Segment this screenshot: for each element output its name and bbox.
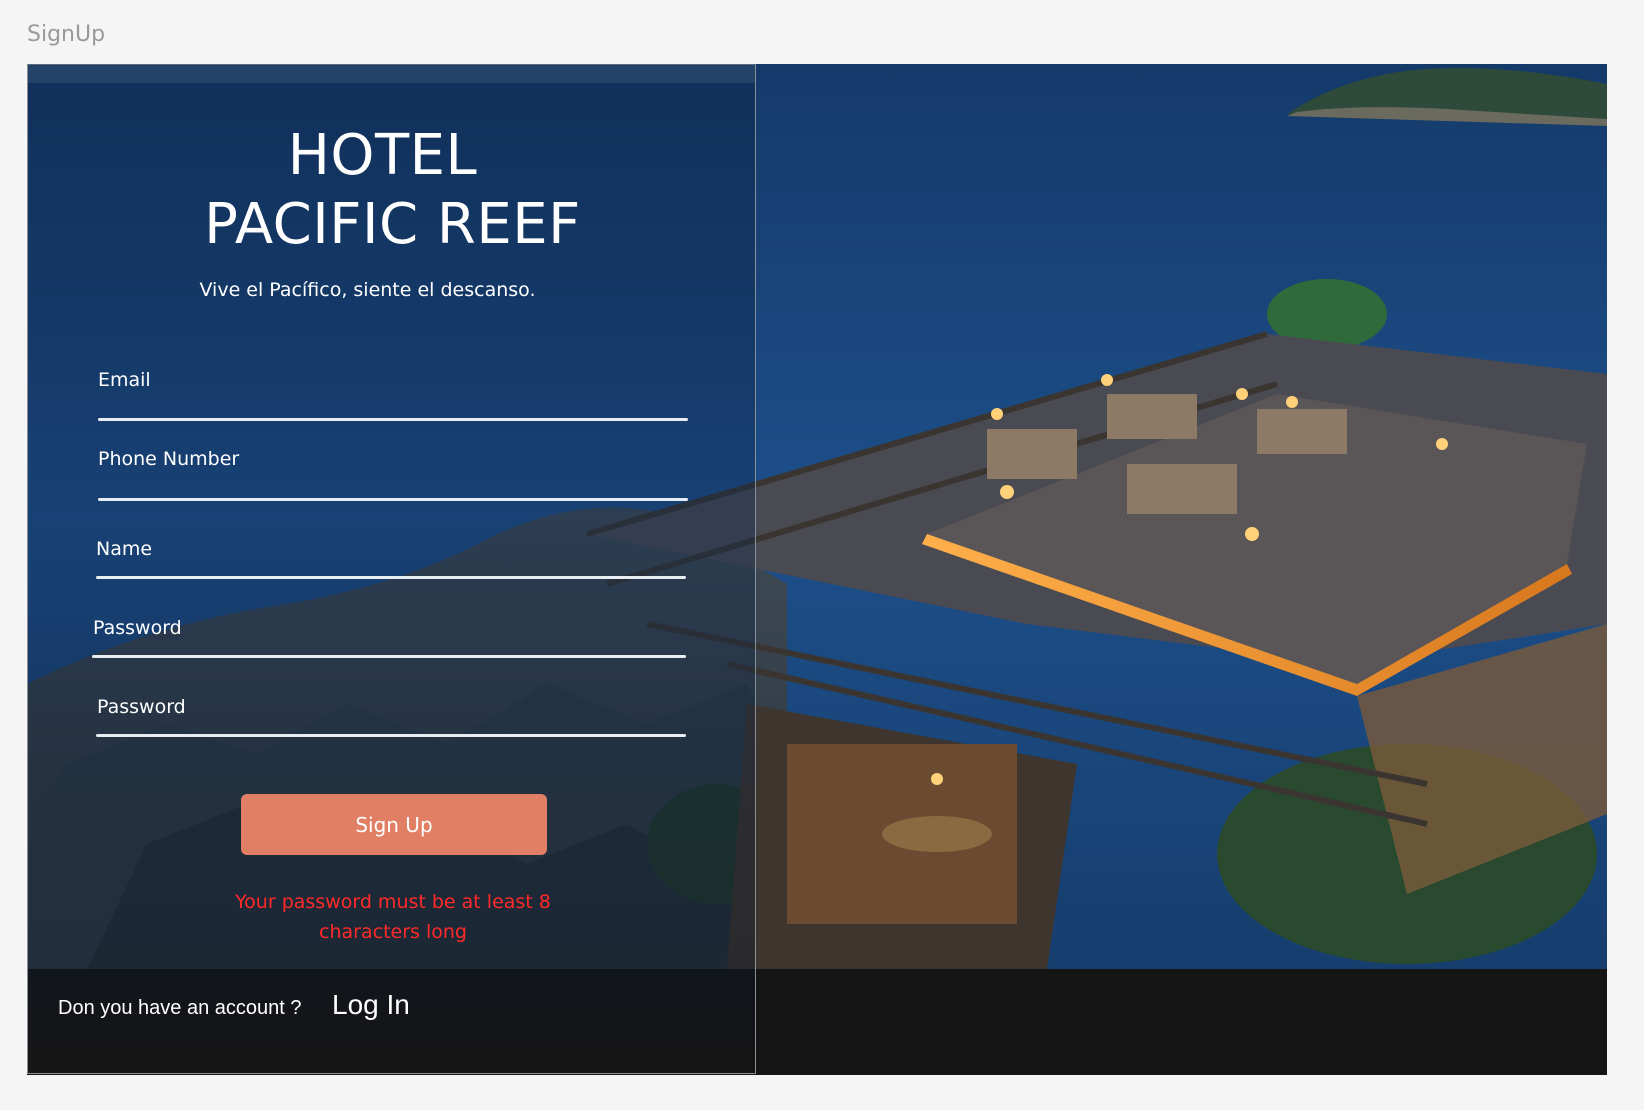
sign-up-button[interactable]: Sign Up: [241, 794, 547, 855]
signup-panel: HOTEL PACIFIC REEF Vive el Pacífico, sie…: [27, 64, 756, 1074]
email-underline: [98, 418, 688, 421]
confirm-password-field[interactable]: [96, 713, 690, 745]
hotel-title-line1: HOTEL: [287, 123, 478, 188]
panel-top-strip: [28, 65, 755, 83]
password-field[interactable]: [92, 635, 686, 667]
account-question: Don you have an account ?: [58, 997, 302, 1019]
frame-label: SignUp: [27, 22, 106, 47]
confirm-password-underline: [96, 734, 686, 737]
password-error-message: Your password must be at least 8 charact…: [235, 891, 551, 943]
password-underline: [92, 655, 686, 658]
email-field[interactable]: [98, 400, 692, 432]
tagline: Vive el Pacífico, siente el descanso.: [199, 279, 536, 301]
hotel-title-line2: PACIFIC REEF: [204, 192, 581, 257]
phone-label: Phone Number: [98, 448, 240, 470]
log-in-link[interactable]: Log In: [332, 989, 410, 1021]
name-underline: [96, 576, 686, 579]
name-field[interactable]: [96, 557, 690, 589]
signup-page: HOTEL PACIFIC REEF Vive el Pacífico, sie…: [27, 64, 1607, 1075]
phone-number-field[interactable]: [98, 477, 692, 509]
phone-underline: [98, 498, 688, 501]
email-label: Email: [98, 369, 151, 391]
